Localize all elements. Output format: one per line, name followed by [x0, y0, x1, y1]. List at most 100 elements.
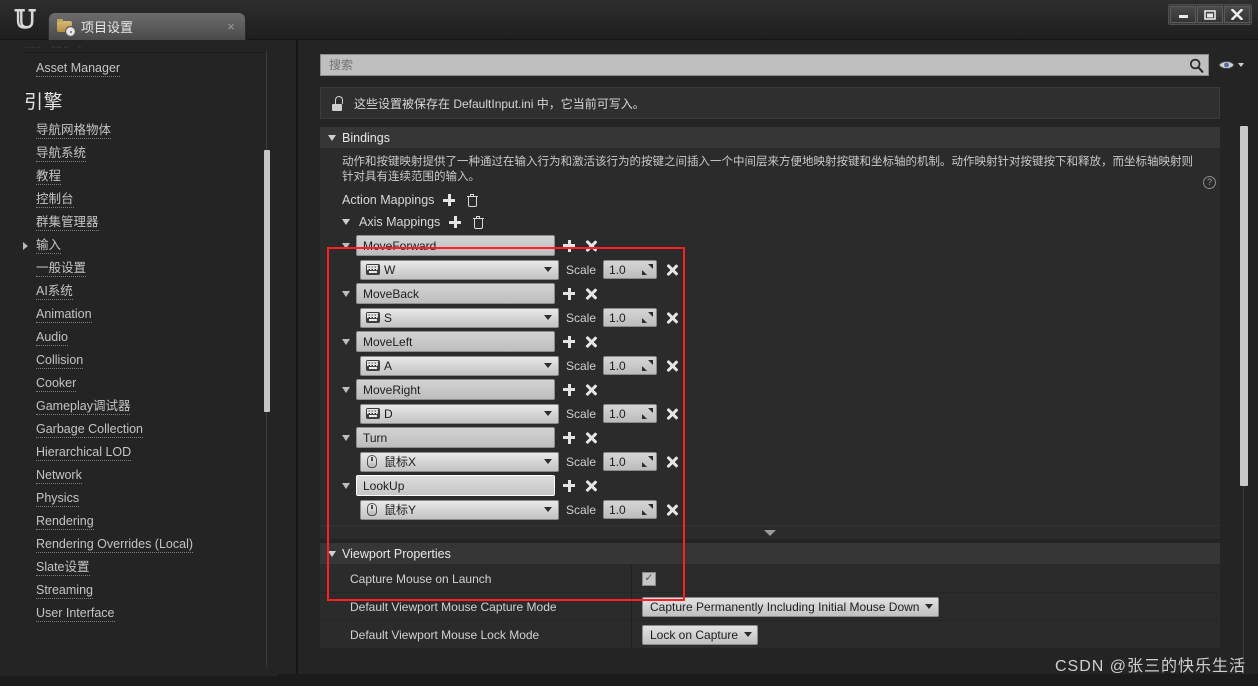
sidebar-item-physics[interactable]: Physics [0, 487, 278, 510]
sidebar-item-animation[interactable]: Animation [0, 303, 278, 326]
entry-collapse-triangle-icon[interactable] [342, 242, 350, 249]
remove-axis-mapping-button[interactable] [583, 430, 599, 446]
axis-key-select[interactable]: S [360, 307, 559, 328]
axis-key-select[interactable]: 鼠标X [360, 451, 559, 472]
remove-axis-key-button[interactable] [664, 406, 680, 422]
sidebar-scrollbar-thumb[interactable] [264, 150, 270, 412]
axis-key-select[interactable]: 鼠标Y [360, 499, 559, 520]
axis-name-input[interactable]: LookUp [356, 475, 555, 496]
panel-splitter[interactable] [296, 40, 298, 686]
collapse-triangle-icon[interactable] [328, 134, 336, 141]
axis-name-input[interactable]: MoveBack [356, 283, 555, 304]
viewport-section-header[interactable]: Viewport Properties [320, 543, 1220, 565]
add-action-mapping-button[interactable] [441, 192, 457, 208]
entry-collapse-triangle-icon[interactable] [342, 482, 350, 489]
search-icon[interactable] [1186, 55, 1206, 75]
entry-collapse-triangle-icon[interactable] [342, 290, 350, 297]
view-options-button[interactable] [1214, 54, 1248, 76]
entry-collapse-triangle-icon[interactable] [342, 338, 350, 345]
axis-scale-input[interactable]: 1.0 [603, 452, 658, 471]
axis-key-select[interactable]: W [360, 259, 559, 280]
sidebar-item-audio[interactable]: Audio [0, 326, 278, 349]
spinner-icon[interactable] [642, 456, 654, 467]
remove-axis-key-button[interactable] [664, 454, 680, 470]
settings-category-sidebar[interactable]: 游戏人 Asset Manager 引擎 导航网格物体导航系统教程控制台群集管理… [0, 40, 292, 686]
spinner-icon[interactable] [642, 504, 654, 515]
spinner-icon[interactable] [642, 264, 654, 275]
sidebar-item-rendering-overrides-local-[interactable]: Rendering Overrides (Local) [0, 533, 278, 556]
sidebar-item-ai系统[interactable]: AI系统 [0, 280, 278, 303]
tab-project-settings[interactable]: 项目设置 × [48, 12, 246, 40]
axis-key-select[interactable]: D [360, 403, 559, 424]
axis-key-select[interactable]: A [360, 355, 559, 376]
entry-collapse-triangle-icon[interactable] [342, 386, 350, 393]
sidebar-item-群集管理器[interactable]: 群集管理器 [0, 211, 278, 234]
sidebar-item-garbage-collection[interactable]: Garbage Collection [0, 418, 278, 441]
sidebar-item-network[interactable]: Network [0, 464, 278, 487]
axis-name-input[interactable]: MoveRight [356, 379, 555, 400]
remove-axis-mapping-button[interactable] [583, 478, 599, 494]
close-button[interactable] [1224, 6, 1250, 23]
spinner-icon[interactable] [642, 360, 654, 371]
axis-scale-input[interactable]: 1.0 [603, 356, 658, 375]
add-axis-key-button[interactable] [561, 286, 577, 302]
add-axis-key-button[interactable] [561, 334, 577, 350]
axis-name-input[interactable]: MoveLeft [356, 331, 555, 352]
axis-scale-input[interactable]: 1.0 [603, 404, 658, 423]
sidebar-item-控制台[interactable]: 控制台 [0, 188, 278, 211]
search-input[interactable] [329, 56, 1186, 74]
remove-axis-key-button[interactable] [664, 358, 680, 374]
add-axis-key-button[interactable] [561, 382, 577, 398]
sidebar-item-user-interface[interactable]: User Interface [0, 602, 278, 625]
sidebar-item-一般设置[interactable]: 一般设置 [0, 257, 278, 280]
remove-axis-key-button[interactable] [664, 310, 680, 326]
chevron-right-icon[interactable] [23, 242, 28, 250]
search-box[interactable] [320, 54, 1209, 76]
remove-axis-mapping-button[interactable] [583, 334, 599, 350]
spinner-icon[interactable] [642, 408, 654, 419]
sidebar-item-导航网格物体[interactable]: 导航网格物体 [0, 119, 278, 142]
sidebar-item-collision[interactable]: Collision [0, 349, 278, 372]
add-axis-key-button[interactable] [561, 238, 577, 254]
axis-name-input[interactable]: Turn [356, 427, 555, 448]
sidebar-item-asset-manager[interactable]: Asset Manager [0, 57, 278, 80]
sidebar-item-教程[interactable]: 教程 [0, 165, 278, 188]
clear-action-mappings-button[interactable] [464, 192, 480, 208]
remove-axis-mapping-button[interactable] [583, 238, 599, 254]
sidebar-item-rendering[interactable]: Rendering [0, 510, 278, 533]
axis-scale-input[interactable]: 1.0 [603, 308, 658, 327]
detail-panel-scrollbar[interactable] [1240, 126, 1248, 678]
remove-axis-key-button[interactable] [664, 262, 680, 278]
axis-scale-input[interactable]: 1.0 [603, 500, 658, 519]
remove-axis-key-button[interactable] [664, 502, 680, 518]
remove-axis-mapping-button[interactable] [583, 286, 599, 302]
axis-collapse-triangle-icon[interactable] [342, 219, 350, 225]
sidebar-item-streaming[interactable]: Streaming [0, 579, 278, 602]
entry-collapse-triangle-icon[interactable] [342, 434, 350, 441]
section-expander[interactable] [320, 525, 1220, 539]
sidebar-item-cooker[interactable]: Cooker [0, 372, 278, 395]
viewport-dropdown[interactable]: Capture Permanently Including Initial Mo… [642, 596, 940, 617]
viewport-dropdown[interactable]: Lock on Capture [642, 624, 759, 645]
sidebar-item-gameplay调试器[interactable]: Gameplay调试器 [0, 395, 278, 418]
sidebar-item-slate设置[interactable]: Slate设置 [0, 556, 278, 579]
remove-axis-mapping-button[interactable] [583, 382, 599, 398]
add-axis-mapping-button[interactable] [447, 214, 463, 230]
maximize-button[interactable] [1197, 6, 1223, 23]
clear-axis-mappings-button[interactable] [470, 214, 486, 230]
sidebar-item-输入[interactable]: 输入 [0, 234, 278, 257]
add-axis-key-button[interactable] [561, 478, 577, 494]
sidebar-item-hierarchical-lod[interactable]: Hierarchical LOD [0, 441, 278, 464]
viewport-checkbox[interactable]: ✓ [642, 571, 656, 586]
axis-name-input[interactable]: MoveForward [356, 235, 555, 256]
sidebar-item-导航系统[interactable]: 导航系统 [0, 142, 278, 165]
minimize-button[interactable] [1170, 6, 1196, 23]
add-axis-key-button[interactable] [561, 430, 577, 446]
tab-close-icon[interactable]: × [223, 19, 239, 35]
help-icon[interactable]: ? [1203, 176, 1216, 189]
axis-scale-input[interactable]: 1.0 [603, 260, 658, 279]
detail-scrollbar-thumb[interactable] [1240, 126, 1248, 486]
sidebar-scrollbar[interactable] [264, 40, 270, 686]
spinner-icon[interactable] [642, 312, 654, 323]
bindings-section-header[interactable]: Bindings [320, 127, 1220, 149]
